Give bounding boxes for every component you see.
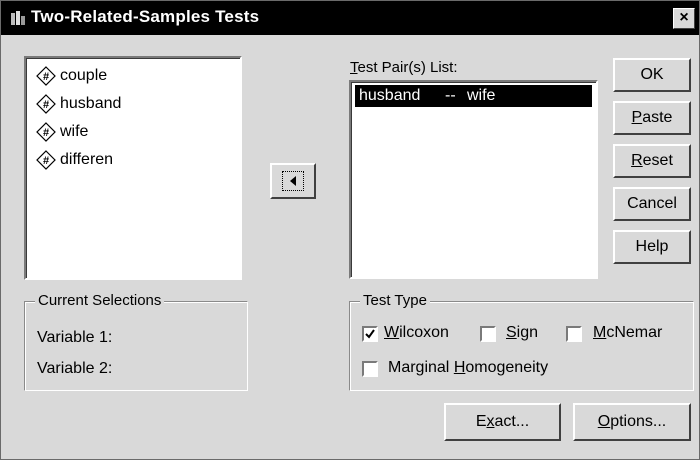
svg-text:#: # (43, 127, 49, 139)
variable-label: husband (60, 95, 122, 112)
test-pairs-list[interactable]: husband -- wife (349, 80, 598, 279)
pair-separator: -- (445, 87, 456, 104)
numeric-variable-icon: # (36, 122, 56, 142)
marginal-homogeneity-label: Marginal Homogeneity (388, 359, 549, 376)
list-item[interactable]: # husband (36, 92, 121, 116)
svg-text:#: # (43, 71, 49, 83)
variable1-label: Variable 1: (37, 329, 113, 346)
current-selections-group: Current Selections Variable 1: Variable … (24, 292, 248, 391)
wilcoxon-label: Wilcoxon (384, 324, 449, 341)
svg-text:#: # (43, 99, 49, 111)
variable2-label: Variable 2: (37, 360, 113, 377)
close-button[interactable]: × (673, 8, 695, 29)
check-icon (365, 329, 375, 339)
cancel-button[interactable]: Cancel (613, 187, 691, 221)
help-button[interactable]: Help (613, 230, 691, 264)
variable-label: differen (60, 151, 114, 168)
svg-text:#: # (43, 155, 49, 167)
pair-second-variable: wife (467, 87, 496, 104)
focus-rect (282, 171, 304, 191)
source-variable-list[interactable]: # couple # husband # wife # differen (24, 56, 242, 280)
list-item[interactable]: # differen (36, 148, 113, 172)
sign-checkbox[interactable] (480, 326, 496, 342)
group-title: Current Selections (35, 292, 165, 309)
sign-label: Sign (506, 324, 539, 341)
test-pairs-label: Test Pair(s) List: (350, 59, 458, 76)
numeric-variable-icon: # (36, 66, 56, 86)
window-title: Two-Related-Samples Tests (31, 7, 260, 26)
variable-label: couple (60, 67, 108, 84)
close-icon: × (679, 9, 689, 26)
paste-button[interactable]: Paste (613, 101, 691, 135)
pair-first-variable: husband (359, 87, 421, 104)
dialog-window: Two-Related-Samples Tests × # couple # h… (0, 0, 700, 460)
selected-pair-row[interactable]: husband -- wife (355, 85, 592, 107)
group-title: Test Type (360, 292, 430, 309)
wilcoxon-checkbox[interactable] (362, 326, 378, 342)
ok-button[interactable]: OK (613, 58, 691, 92)
mcnemar-label: McNemar (593, 324, 663, 341)
variable-label: wife (60, 123, 89, 140)
move-variable-button[interactable] (270, 163, 316, 199)
marginal-homogeneity-checkbox[interactable] (362, 361, 378, 377)
list-item[interactable]: # wife (36, 120, 88, 144)
title-bar[interactable]: Two-Related-Samples Tests × (1, 1, 699, 35)
list-item[interactable]: # couple (36, 64, 107, 88)
options-button[interactable]: Options... (573, 403, 691, 441)
spss-app-icon (11, 11, 25, 25)
numeric-variable-icon: # (36, 94, 56, 114)
exact-button[interactable]: Exact... (444, 403, 561, 441)
numeric-variable-icon: # (36, 150, 56, 170)
reset-button[interactable]: Reset (613, 144, 691, 178)
left-arrow-icon (290, 176, 296, 186)
mcnemar-checkbox[interactable] (566, 326, 582, 342)
test-type-group: Test Type Wilcoxon Sign McNemar Marginal… (349, 292, 694, 391)
